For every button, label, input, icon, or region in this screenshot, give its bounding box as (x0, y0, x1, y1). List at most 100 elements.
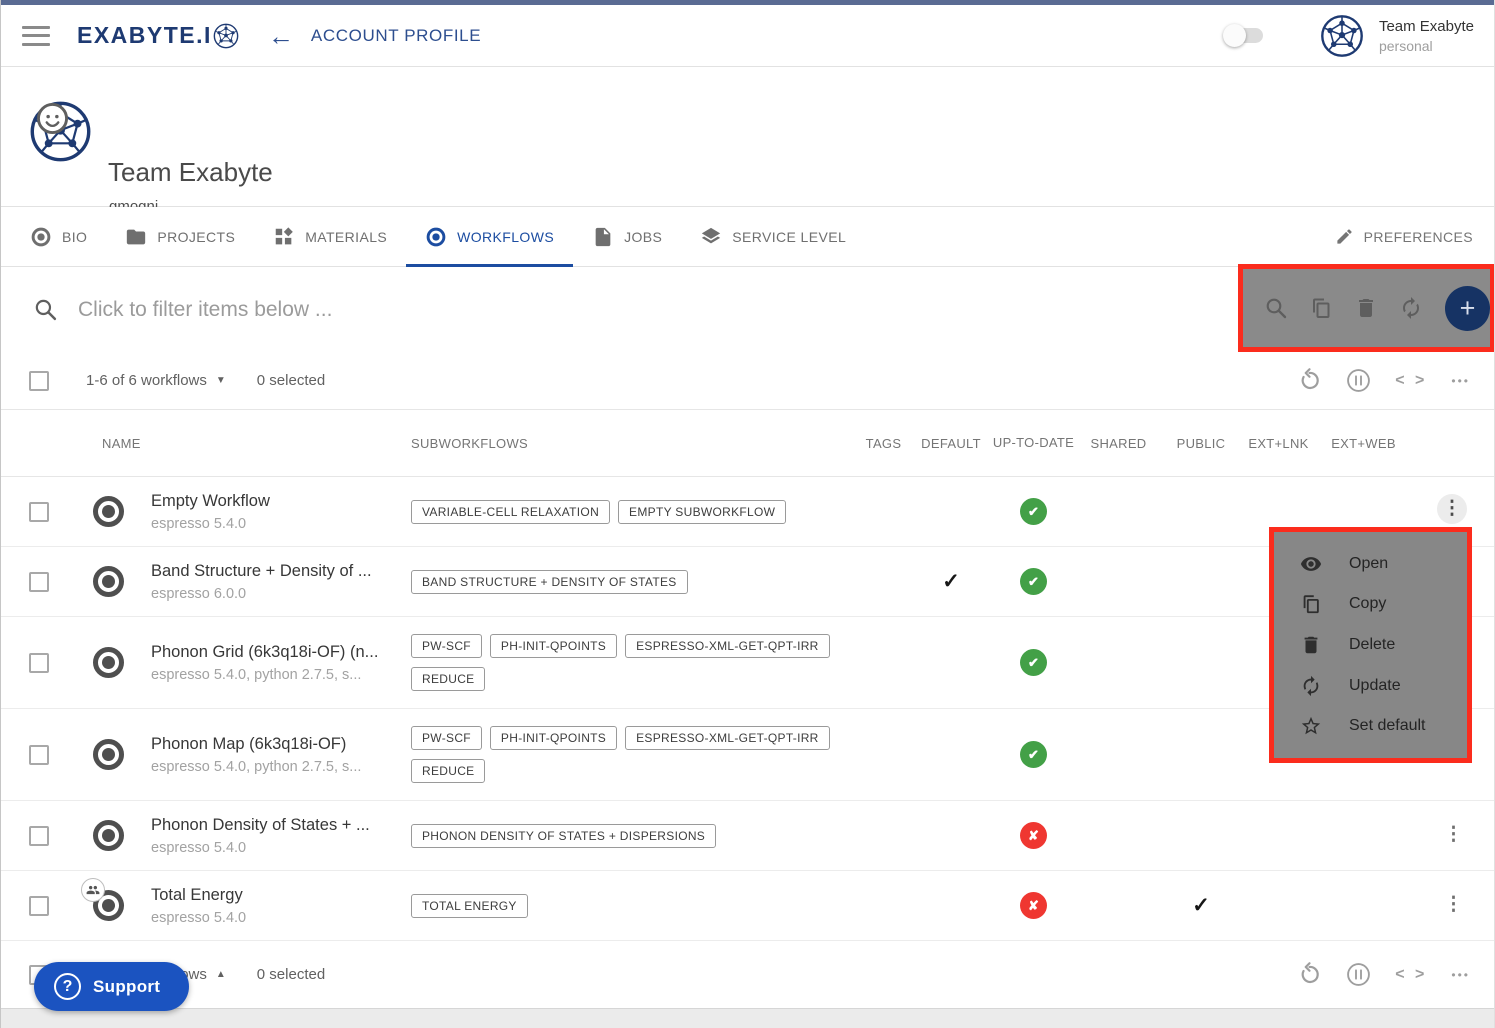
subworkflow-chip: PW-SCF (411, 726, 482, 750)
tab-bio[interactable]: BIO (11, 207, 106, 266)
page-bottom-strip (1, 1008, 1495, 1028)
account-avatar[interactable] (1320, 14, 1364, 58)
menu-icon[interactable] (22, 26, 50, 46)
menu-item-label: Open (1349, 555, 1388, 573)
folder-icon (125, 226, 147, 248)
menu-item-label: Set default (1349, 717, 1426, 735)
pause-icon[interactable] (1346, 962, 1371, 987)
menu-item-label: Copy (1349, 595, 1386, 613)
workflow-version: espresso 5.4.0, python 2.7.5, s... (151, 759, 399, 775)
history-icon[interactable] (1297, 368, 1322, 393)
col-public: PUBLIC (1161, 436, 1241, 451)
account-profile-page: EXABYTE.I ← ACCOUNT PROFILE Team Exabyte… (0, 0, 1495, 1028)
menu-item-delete[interactable]: Delete (1274, 634, 1467, 656)
code-icon[interactable]: < > (1395, 372, 1427, 390)
subworkflow-chip: REDUCE (411, 759, 485, 783)
subworkflow-chip: TOTAL ENERGY (411, 894, 528, 918)
workflow-icon (425, 226, 447, 248)
menu-item-label: Delete (1349, 636, 1395, 654)
row-checkbox[interactable] (29, 826, 49, 846)
up-to-date-badge: ✔ (1020, 741, 1047, 768)
pause-icon[interactable] (1346, 368, 1371, 393)
search-icon[interactable] (1264, 296, 1288, 320)
tab-label: BIO (62, 229, 87, 245)
logo-ball-icon (213, 23, 239, 49)
menu-item-update[interactable]: Update (1274, 675, 1467, 697)
history-icon[interactable] (1297, 962, 1322, 987)
workflow-version: espresso 5.4.0, python 2.7.5, s... (151, 667, 399, 683)
update-icon (1300, 675, 1322, 697)
preferences-label: PREFERENCES (1364, 229, 1473, 245)
theme-toggle[interactable] (1225, 28, 1263, 43)
table-header: NAME SUBWORKFLOWS TAGS DEFAULT UP-TO-DAT… (1, 410, 1495, 477)
delete-icon[interactable] (1354, 296, 1378, 320)
tab-label: MATERIALS (305, 229, 387, 245)
select-all-checkbox[interactable] (29, 371, 49, 391)
people-badge-icon (81, 878, 105, 902)
tab-service-level[interactable]: SERVICE LEVEL (681, 207, 865, 266)
subworkflow-chip: REDUCE (411, 667, 485, 691)
add-workflow-button[interactable]: + (1445, 286, 1490, 331)
filter-placeholder[interactable]: Click to filter items below ... (78, 298, 332, 322)
col-default: DEFAULT (911, 436, 991, 451)
profile-face-badge-icon (37, 103, 68, 134)
menu-item-set-default[interactable]: Set default (1274, 715, 1467, 737)
workflow-ring-icon (93, 496, 124, 527)
tab-materials[interactable]: MATERIALS (254, 207, 406, 266)
up-to-date-badge: ✔ (1020, 568, 1047, 595)
row-checkbox[interactable] (29, 745, 49, 765)
tab-workflows[interactable]: WORKFLOWS (406, 207, 573, 266)
subworkflow-chip: VARIABLE-CELL RELAXATION (411, 500, 610, 524)
workflow-version: espresso 5.4.0 (151, 516, 399, 532)
menu-item-open[interactable]: Open (1274, 553, 1467, 575)
pencil-icon (1335, 227, 1354, 246)
row-menu-button[interactable]: ⋮ (1437, 494, 1467, 524)
highlighted-action-toolbar: + (1238, 264, 1495, 352)
more-vertical-icon: ⋮ (1443, 504, 1462, 514)
shared-workflow-icon (93, 890, 124, 921)
toolbar-icons: < > ••• (1297, 368, 1495, 393)
support-button[interactable]: ? Support (34, 962, 189, 1011)
selection-toolbar-bottom: 1-6 of 6 workflows ▲ 0 selected < > ••• (1, 941, 1495, 1008)
profile-tabs: BIO PROJECTS MATERIALS WORKFLOWS JOBS SE… (1, 207, 1495, 267)
more-horizontal-icon[interactable]: ••• (1451, 374, 1470, 388)
row-checkbox[interactable] (29, 572, 49, 592)
tab-projects[interactable]: PROJECTS (106, 207, 254, 266)
exabyte-logo[interactable]: EXABYTE.I (77, 22, 239, 49)
workflow-version: espresso 6.0.0 (151, 586, 399, 602)
table-row[interactable]: Total Energy espresso 5.4.0 TOTAL ENERGY… (1, 871, 1495, 941)
row-context-menu: Open Copy Delete Update Set default (1269, 527, 1472, 763)
menu-item-copy[interactable]: Copy (1274, 593, 1467, 615)
col-up-to-date: UP-TO-DATE (993, 435, 1074, 450)
row-checkbox[interactable] (29, 653, 49, 673)
update-icon[interactable] (1399, 296, 1423, 320)
row-checkbox[interactable] (29, 896, 49, 916)
more-horizontal-icon[interactable]: ••• (1451, 968, 1470, 982)
table-row[interactable]: Phonon Density of States + ... espresso … (1, 801, 1495, 871)
widgets-icon (273, 226, 295, 248)
preferences-button[interactable]: PREFERENCES (1335, 207, 1495, 266)
row-checkbox[interactable] (29, 502, 49, 522)
copy-icon[interactable] (1309, 296, 1333, 320)
caret-up-icon: ▲ (216, 969, 226, 980)
workflow-count-label: 1-6 of 6 workflows (86, 372, 207, 389)
col-name: NAME (66, 436, 411, 451)
workflow-count-dropdown[interactable]: 1-6 of 6 workflows ▼ (86, 372, 226, 389)
toggle-knob (1223, 24, 1246, 47)
default-check: ✓ (942, 569, 960, 594)
back-arrow-icon[interactable]: ← (268, 23, 294, 49)
tab-jobs[interactable]: JOBS (573, 207, 681, 266)
file-icon (592, 226, 614, 248)
layers-icon (700, 226, 722, 248)
row-menu-icon[interactable]: ⋮ (1444, 900, 1463, 910)
not-up-to-date-badge: ✘ (1020, 892, 1047, 919)
public-check: ✓ (1192, 893, 1210, 918)
col-ext-lnk: EXT+LNK (1241, 436, 1316, 451)
workflow-name: Phonon Map (6k3q18i-OF) (151, 735, 399, 754)
selected-count-label: 0 selected (257, 372, 325, 389)
workflow-name: Band Structure + Density of ... (151, 562, 399, 581)
code-icon[interactable]: < > (1395, 966, 1427, 984)
row-menu-icon[interactable]: ⋮ (1444, 830, 1463, 840)
question-icon: ? (54, 973, 81, 1000)
subworkflow-chip: PH-INIT-QPOINTS (490, 726, 617, 750)
